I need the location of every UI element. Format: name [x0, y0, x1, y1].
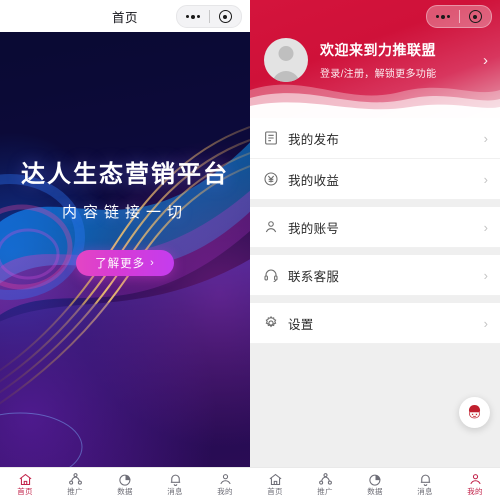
login-register-hint: 登录/注册，解锁更多功能: [320, 69, 437, 80]
tab-home-label: 首页: [17, 487, 33, 497]
menu-item-label: 我的账号: [288, 221, 340, 236]
hero-title: 达人生态营销平台: [21, 161, 229, 188]
menu-item-label: 设置: [288, 317, 314, 332]
hero-copy: 达人生态营销平台 内容链接一切 了解更多 ›: [0, 160, 250, 277]
tab-promotion[interactable]: 推广: [50, 472, 100, 496]
chevron-right-icon: ›: [483, 219, 488, 235]
headset-icon: [262, 267, 279, 284]
avatar-body: [272, 71, 300, 82]
section-divider: [250, 248, 500, 255]
tab-data[interactable]: 数据: [100, 472, 150, 496]
more-button[interactable]: [177, 6, 209, 27]
menu-item-label: 我的收益: [288, 173, 340, 188]
more-dots-icon: [435, 14, 450, 19]
pie-chart-icon: [368, 472, 383, 487]
tab-mine-label: 我的: [467, 487, 483, 497]
user-icon: [218, 472, 233, 487]
tab-data-label: 数据: [367, 487, 383, 497]
dual-screen-container: 首页 达人生态营销平台 内容链接一切 了解更多 › 首页 推广 数据 消息 我的…: [0, 0, 500, 500]
left-phone-screen: 首页 达人生态营销平台 内容链接一切 了解更多 › 首页 推广 数据 消息 我的: [0, 0, 250, 500]
tab-messages-label: 消息: [167, 487, 183, 497]
page-title: 首页: [111, 10, 138, 25]
menu-item-settings[interactable]: 设置 ›: [250, 303, 500, 344]
person-icon: [262, 219, 279, 236]
document-list-icon: [262, 130, 279, 147]
chevron-right-icon: ›: [483, 315, 488, 331]
left-capsule-menu[interactable]: [176, 5, 242, 28]
home-icon: [18, 472, 33, 487]
learn-more-label: 了解更多: [95, 258, 146, 271]
bell-icon: [418, 472, 433, 487]
tab-home[interactable]: 首页: [250, 472, 300, 496]
menu-item-contact-support[interactable]: 联系客服 ›: [250, 255, 500, 296]
yuan-circle-icon: [262, 171, 279, 188]
menu-item-my-account[interactable]: 我的账号 ›: [250, 207, 500, 248]
bell-icon: [168, 472, 183, 487]
tab-messages[interactable]: 消息: [400, 472, 450, 496]
tab-mine-label: 我的: [217, 487, 233, 497]
hero-subtitle: 内容链接一切: [61, 204, 188, 222]
tab-promotion-label: 推广: [67, 487, 83, 497]
close-mini-program-button[interactable]: [460, 6, 492, 27]
menu-group-one: 我的发布 › 我的收益 ›: [250, 118, 500, 200]
tab-promotion[interactable]: 推广: [300, 472, 350, 496]
right-tab-bar: 首页 推广 数据 消息 我的: [250, 467, 500, 500]
user-icon: [468, 472, 483, 487]
share-nodes-icon: [318, 472, 333, 487]
tab-home[interactable]: 首页: [0, 472, 50, 496]
profile-text: 欢迎来到力推联盟 登录/注册，解锁更多功能: [320, 40, 477, 80]
tab-messages[interactable]: 消息: [150, 472, 200, 496]
pie-chart-icon: [118, 472, 133, 487]
menu-group-four: 设置 ›: [250, 303, 500, 344]
tab-mine[interactable]: 我的: [200, 472, 250, 496]
tab-data-label: 数据: [117, 487, 133, 497]
menu-group-two: 我的账号 ›: [250, 207, 500, 248]
customer-service-fab[interactable]: [459, 397, 490, 428]
tab-home-label: 首页: [267, 487, 283, 497]
more-dots-icon: [185, 14, 200, 19]
more-button[interactable]: [427, 6, 459, 27]
close-mini-program-button[interactable]: [210, 6, 242, 27]
chevron-right-icon: ›: [483, 130, 488, 146]
menu-item-label: 我的发布: [288, 132, 340, 147]
right-capsule-menu[interactable]: [426, 5, 492, 28]
menu-item-label: 联系客服: [288, 269, 340, 284]
tab-data[interactable]: 数据: [350, 472, 400, 496]
mascot-service-icon: [468, 404, 481, 419]
target-circle-icon: [468, 10, 482, 23]
gear-icon: [262, 315, 279, 332]
tab-mine[interactable]: 我的: [450, 472, 500, 496]
learn-more-button[interactable]: 了解更多 ›: [76, 250, 174, 277]
chevron-right-icon: ›: [150, 257, 155, 270]
home-icon: [268, 472, 283, 487]
share-nodes-icon: [68, 472, 83, 487]
hero-banner: 达人生态营销平台 内容链接一切 了解更多 ›: [0, 32, 250, 468]
avatar[interactable]: [264, 38, 308, 82]
target-circle-icon: [218, 10, 232, 23]
left-tab-bar: 首页 推广 数据 消息 我的: [0, 467, 250, 500]
tab-promotion-label: 推广: [317, 487, 333, 497]
right-phone-screen: 欢迎来到力推联盟 登录/注册，解锁更多功能 › 我的发布 › 我的收益 › 我的…: [250, 0, 500, 500]
chevron-right-icon: ›: [483, 171, 488, 187]
chevron-right-icon: ›: [483, 51, 488, 69]
menu-item-my-posts[interactable]: 我的发布 ›: [250, 118, 500, 159]
menu-group-three: 联系客服 ›: [250, 255, 500, 296]
section-divider: [250, 296, 500, 303]
profile-user-block[interactable]: 欢迎来到力推联盟 登录/注册，解锁更多功能 ›: [264, 38, 488, 82]
chevron-right-icon: ›: [483, 267, 488, 283]
welcome-title: 欢迎来到力推联盟: [320, 42, 436, 58]
tab-messages-label: 消息: [417, 487, 433, 497]
menu-item-my-earnings[interactable]: 我的收益 ›: [250, 159, 500, 200]
default-avatar-icon: [278, 46, 294, 61]
section-divider: [250, 200, 500, 207]
